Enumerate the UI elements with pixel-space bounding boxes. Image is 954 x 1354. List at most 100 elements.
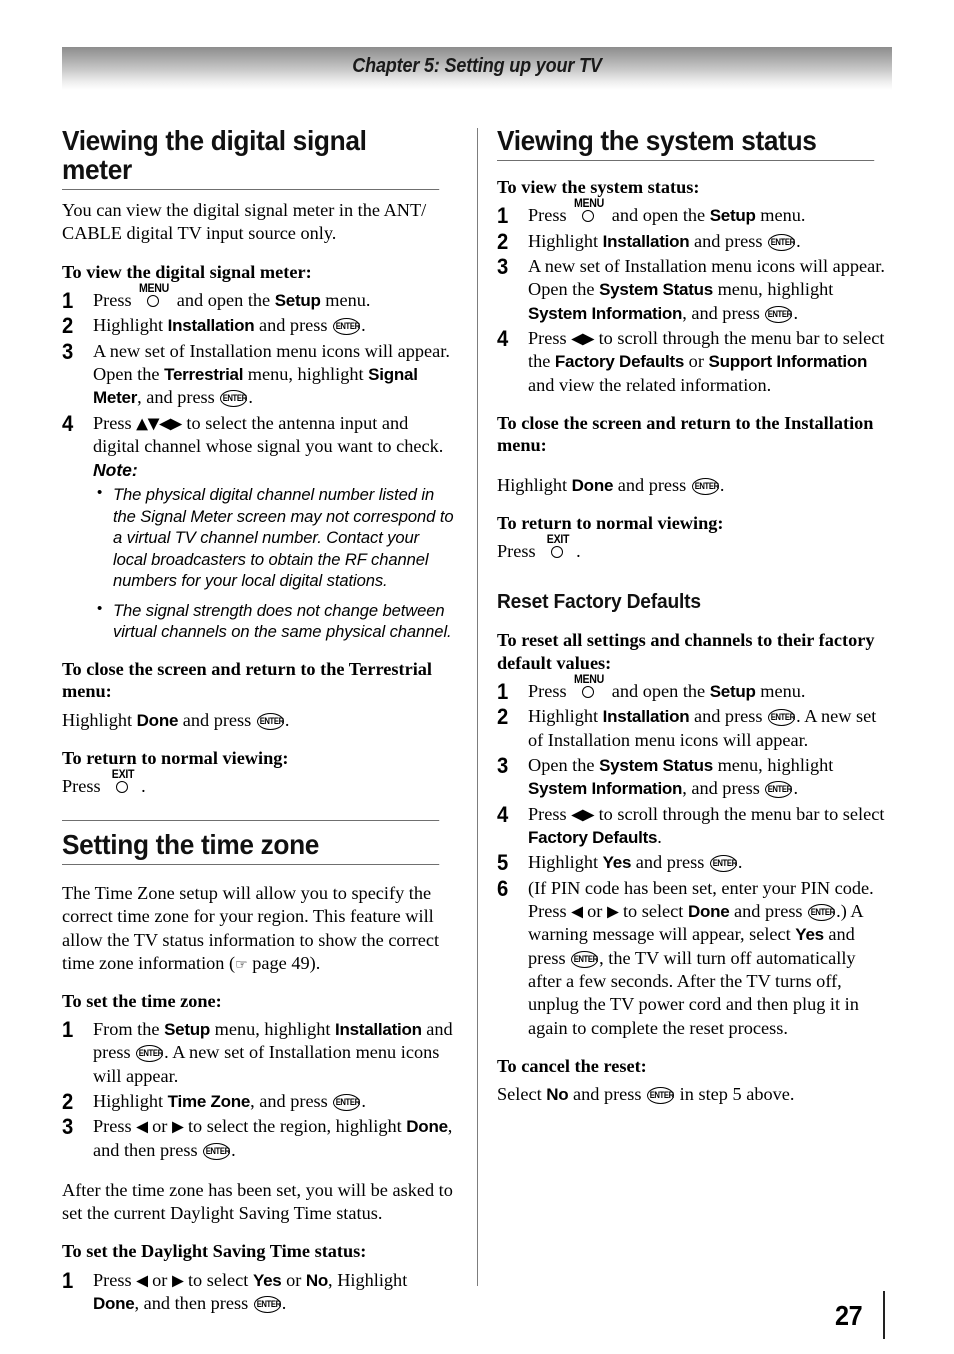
step-item: (If PIN code has been set, enter your PI… [497,877,892,1040]
enter-button-icon: ENTER [333,318,360,336]
menu-button-icon: MENU [572,674,606,700]
step-text: Highlight [528,852,603,873]
step-item: Open the System Status menu, highlight S… [497,754,892,801]
subsection-heading-reset-factory-defaults: Reset Factory Defaults [497,591,701,614]
step-text: Highlight [528,230,603,251]
step-text: , Highlight [328,1269,408,1290]
menu-button-icon: MENU [572,198,606,224]
ui-term: Yes [795,925,824,945]
steps-view-system-status: Press MENU and open the Setup menu. High… [497,198,892,397]
page-footer: 27 [0,1288,954,1354]
step-text: to scroll through the menu bar to select [594,803,885,824]
ui-term: Installation [167,316,255,336]
step-text: , and press [682,778,765,799]
enter-icon-label: ENTER [205,1145,230,1157]
step-text: or [147,1116,172,1137]
chapter-header-band: Chapter 5: Setting up your TV [62,47,892,90]
instruction-text: and press [178,709,256,730]
step-text: . [737,852,743,873]
step-item: A new set of Installation menu icons wil… [497,255,892,325]
enter-icon-label: ENTER [223,393,248,405]
enter-button-icon: ENTER [765,305,793,323]
step-text: and open the [172,289,275,310]
enter-icon-label: ENTER [694,480,719,492]
step-text: . [793,778,799,799]
step-text: Open the [528,754,600,775]
instruction-text: Highlight [497,474,572,495]
instruction-text: and press [568,1084,647,1105]
step-text: or [684,351,709,372]
enter-button-icon: ENTER [333,1094,361,1112]
step-text: and press [631,852,709,873]
procedure-heading-view-system-status: To view the system status: [497,177,700,198]
menu-icon-ring [582,685,595,698]
ui-term: Done [136,710,179,730]
step-text: Highlight [93,315,168,336]
ui-term: System Information [528,779,683,799]
step-text: , and press [137,387,220,408]
step-text: or [582,900,607,921]
arrow-left-icon: ◀ [136,1271,148,1290]
enter-icon-label: ENTER [649,1090,674,1102]
instruction-text: . [719,474,725,495]
step-text: menu, highlight [713,754,834,775]
after-time-zone-paragraph: After the time zone has been set, you wi… [62,1180,453,1224]
instruction-text: in step 5 above. [675,1084,795,1105]
step-text: , and press [682,302,765,323]
step-item: Highlight Installation and press ENTER. [62,314,457,337]
intro-paragraph-time-zone: The Time Zone setup will allow you to sp… [62,882,457,975]
arrows-left-right-icon: ◀▶ [571,329,595,348]
pointing-hand-icon: ☞ [235,956,248,973]
step-item: Press MENU and open the Setup menu. [497,674,892,703]
ui-term: Setup [709,206,756,226]
note-bullet-item: The physical digital channel number list… [93,483,457,591]
procedure-heading-view-signal-meter: To view the digital signal meter: [62,261,312,282]
ui-term: Setup [709,681,756,701]
right-column: Viewing the system status To view the sy… [497,126,892,1106]
direction-arrows-icon: ▲▼◀▶ [136,414,182,433]
ui-term: Installation [602,231,690,251]
step-item: Highlight Installation and press ENTER. … [497,705,892,752]
procedure-heading-cancel-reset: To cancel the reset: [497,1055,647,1076]
enter-button-icon: ENTER [808,903,835,921]
step-item: A new set of Installation menu icons wil… [62,340,457,410]
ui-term: Setup [164,1020,211,1040]
step-text: Press [528,680,572,701]
procedure-heading-close-installation: To close the screen and return to the In… [497,413,874,456]
left-column: Viewing the digital signal meter You can… [62,126,457,1317]
arrow-right-icon: ▶ [171,1117,184,1136]
step-text: . [796,230,801,251]
instruction-text: . [284,709,290,730]
enter-icon-label: ENTER [336,1097,361,1109]
enter-icon-label: ENTER [573,953,598,965]
intro-text: page 49). [247,952,321,973]
note-bullet-list: The physical digital channel number list… [93,483,457,642]
step-text: menu, highlight [243,363,369,384]
instruction-text: and press [613,474,691,495]
step-item: Press MENU and open the Setup menu. [497,198,892,227]
step-text: menu, highlight [210,1019,335,1040]
enter-icon-label: ENTER [768,308,793,320]
footer-vertical-rule [883,1291,885,1339]
step-text: From the [93,1019,165,1040]
step-text: to select [618,900,688,921]
step-text: Press [93,289,137,310]
close-instruction-terrestrial: Highlight Done and press ENTER. [62,709,457,732]
ui-term: Factory Defaults [528,827,658,847]
menu-icon-ring [582,210,595,223]
step-item: Press ◀ or ▶ to select the region, highl… [62,1115,457,1162]
enter-button-icon: ENTER [709,855,737,873]
step-text: and open the [607,205,710,226]
steps-set-time-zone: From the Setup menu, highlight Installat… [62,1018,457,1162]
ui-term: Done [571,475,614,495]
enter-button-icon: ENTER [691,477,719,495]
step-text: menu. [755,680,806,701]
step-text: . [361,1091,366,1112]
enter-icon-label: ENTER [770,712,795,724]
instruction-text: . [576,541,581,562]
exit-icon-ring [116,780,129,793]
ui-term: Support Information [708,352,868,372]
enter-icon-label: ENTER [259,715,284,727]
enter-button-icon: ENTER [256,712,284,730]
enter-icon-label: ENTER [770,236,795,248]
